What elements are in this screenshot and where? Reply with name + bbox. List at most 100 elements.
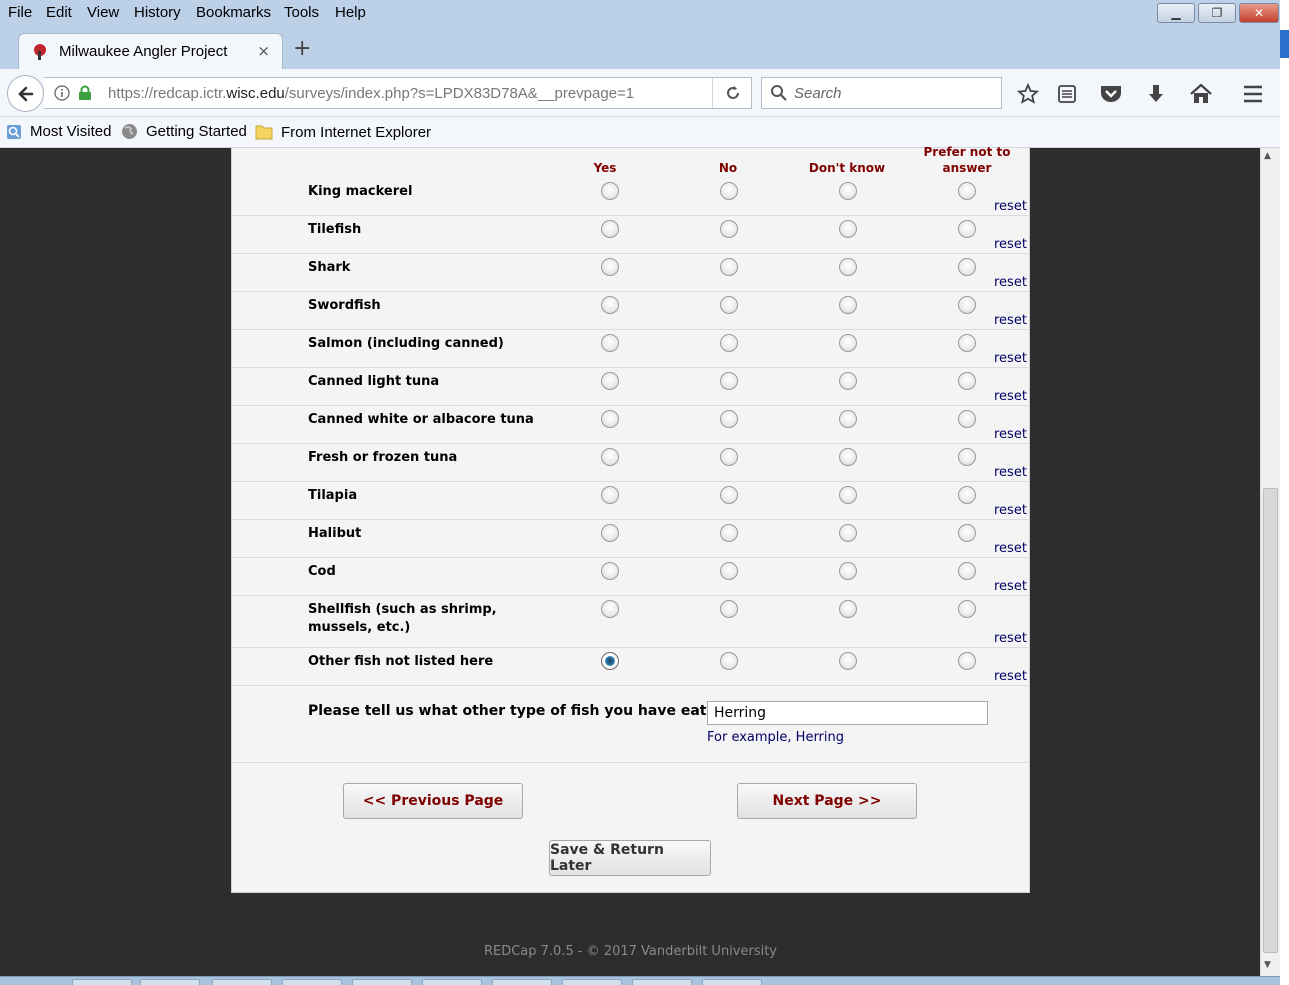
home-button[interactable] (1188, 81, 1214, 107)
close-window-button[interactable]: ✕ (1239, 3, 1279, 23)
radio-no[interactable] (720, 600, 738, 618)
taskbar-app[interactable] (140, 979, 200, 985)
reading-list-button[interactable] (1054, 81, 1080, 107)
reset-link[interactable]: reset (994, 503, 1027, 518)
reset-link[interactable]: reset (994, 199, 1027, 214)
taskbar-app[interactable] (352, 979, 412, 985)
save-return-later-button[interactable]: Save & Return Later (549, 840, 711, 876)
pocket-button[interactable] (1098, 81, 1124, 107)
next-page-button[interactable]: Next Page >> (737, 783, 917, 819)
tab-close-icon[interactable]: × (257, 42, 270, 60)
radio-dont-know[interactable] (839, 448, 857, 466)
new-tab-button[interactable]: + (293, 36, 311, 61)
radio-yes[interactable] (601, 652, 619, 670)
radio-dont-know[interactable] (839, 486, 857, 504)
url-bar[interactable]: https://redcap.ictr.wisc.edu/surveys/ind… (44, 77, 752, 109)
radio-dont-know[interactable] (839, 652, 857, 670)
radio-yes[interactable] (601, 524, 619, 542)
radio-yes[interactable] (601, 562, 619, 580)
radio-no[interactable] (720, 562, 738, 580)
restore-button[interactable]: ❐ (1198, 3, 1236, 23)
radio-prefer-not[interactable] (958, 410, 976, 428)
radio-yes[interactable] (601, 296, 619, 314)
tab-milwaukee-angler[interactable]: Milwaukee Angler Project × (18, 33, 283, 70)
radio-dont-know[interactable] (839, 220, 857, 238)
radio-yes[interactable] (601, 600, 619, 618)
radio-no[interactable] (720, 652, 738, 670)
reset-link[interactable]: reset (994, 427, 1027, 442)
radio-dont-know[interactable] (839, 524, 857, 542)
radio-no[interactable] (720, 448, 738, 466)
radio-prefer-not[interactable] (958, 448, 976, 466)
radio-no[interactable] (720, 182, 738, 200)
radio-no[interactable] (720, 524, 738, 542)
menu-help[interactable]: Help (335, 4, 366, 21)
radio-dont-know[interactable] (839, 562, 857, 580)
reset-link[interactable]: reset (994, 389, 1027, 404)
downloads-button[interactable] (1143, 81, 1169, 107)
radio-yes[interactable] (601, 372, 619, 390)
reset-link[interactable]: reset (994, 351, 1027, 366)
menu-tools[interactable]: Tools (284, 4, 319, 21)
reset-link[interactable]: reset (994, 541, 1027, 556)
radio-no[interactable] (720, 220, 738, 238)
radio-prefer-not[interactable] (958, 652, 976, 670)
taskbar-app[interactable] (562, 979, 622, 985)
radio-prefer-not[interactable] (958, 334, 976, 352)
radio-dont-know[interactable] (839, 182, 857, 200)
reset-link[interactable]: reset (994, 237, 1027, 252)
scroll-down-arrow-icon[interactable]: ▼ (1264, 960, 1271, 970)
taskbar-app[interactable] (632, 979, 692, 985)
taskbar-app[interactable] (282, 979, 342, 985)
reload-button[interactable] (712, 78, 752, 108)
page-scrollbar[interactable]: ▲ ▼ (1260, 148, 1280, 976)
radio-prefer-not[interactable] (958, 182, 976, 200)
previous-page-button[interactable]: << Previous Page (343, 783, 523, 819)
menu-history[interactable]: History (134, 4, 181, 21)
radio-dont-know[interactable] (839, 258, 857, 276)
scroll-thumb[interactable] (1263, 488, 1278, 953)
reset-link[interactable]: reset (994, 313, 1027, 328)
radio-no[interactable] (720, 334, 738, 352)
radio-yes[interactable] (601, 334, 619, 352)
radio-prefer-not[interactable] (958, 562, 976, 580)
taskbar-app[interactable] (72, 979, 132, 985)
radio-no[interactable] (720, 410, 738, 428)
radio-yes[interactable] (601, 486, 619, 504)
reset-link[interactable]: reset (994, 465, 1027, 480)
other-fish-input[interactable] (707, 701, 988, 725)
taskbar-app[interactable] (702, 979, 762, 985)
radio-prefer-not[interactable] (958, 372, 976, 390)
radio-prefer-not[interactable] (958, 220, 976, 238)
menu-bookmarks[interactable]: Bookmarks (196, 4, 271, 21)
search-bar[interactable]: Search (761, 77, 1002, 109)
radio-prefer-not[interactable] (958, 600, 976, 618)
radio-yes[interactable] (601, 258, 619, 276)
search-input[interactable]: Search (794, 85, 842, 102)
back-button[interactable] (7, 75, 44, 112)
radio-yes[interactable] (601, 410, 619, 428)
radio-no[interactable] (720, 372, 738, 390)
reset-link[interactable]: reset (994, 579, 1027, 594)
reset-link[interactable]: reset (994, 631, 1027, 646)
radio-dont-know[interactable] (839, 296, 857, 314)
radio-dont-know[interactable] (839, 600, 857, 618)
reset-link[interactable]: reset (994, 275, 1027, 290)
radio-yes[interactable] (601, 182, 619, 200)
radio-prefer-not[interactable] (958, 524, 976, 542)
taskbar-app[interactable] (212, 979, 272, 985)
menu-file[interactable]: File (8, 4, 32, 21)
radio-dont-know[interactable] (839, 372, 857, 390)
menu-view[interactable]: View (87, 4, 119, 21)
radio-prefer-not[interactable] (958, 258, 976, 276)
radio-yes[interactable] (601, 220, 619, 238)
radio-prefer-not[interactable] (958, 486, 976, 504)
radio-dont-know[interactable] (839, 410, 857, 428)
reset-link[interactable]: reset (994, 669, 1027, 684)
radio-yes[interactable] (601, 448, 619, 466)
info-icon[interactable] (54, 85, 70, 101)
radio-no[interactable] (720, 486, 738, 504)
radio-dont-know[interactable] (839, 334, 857, 352)
bookmark-star-button[interactable] (1015, 81, 1041, 107)
radio-no[interactable] (720, 258, 738, 276)
